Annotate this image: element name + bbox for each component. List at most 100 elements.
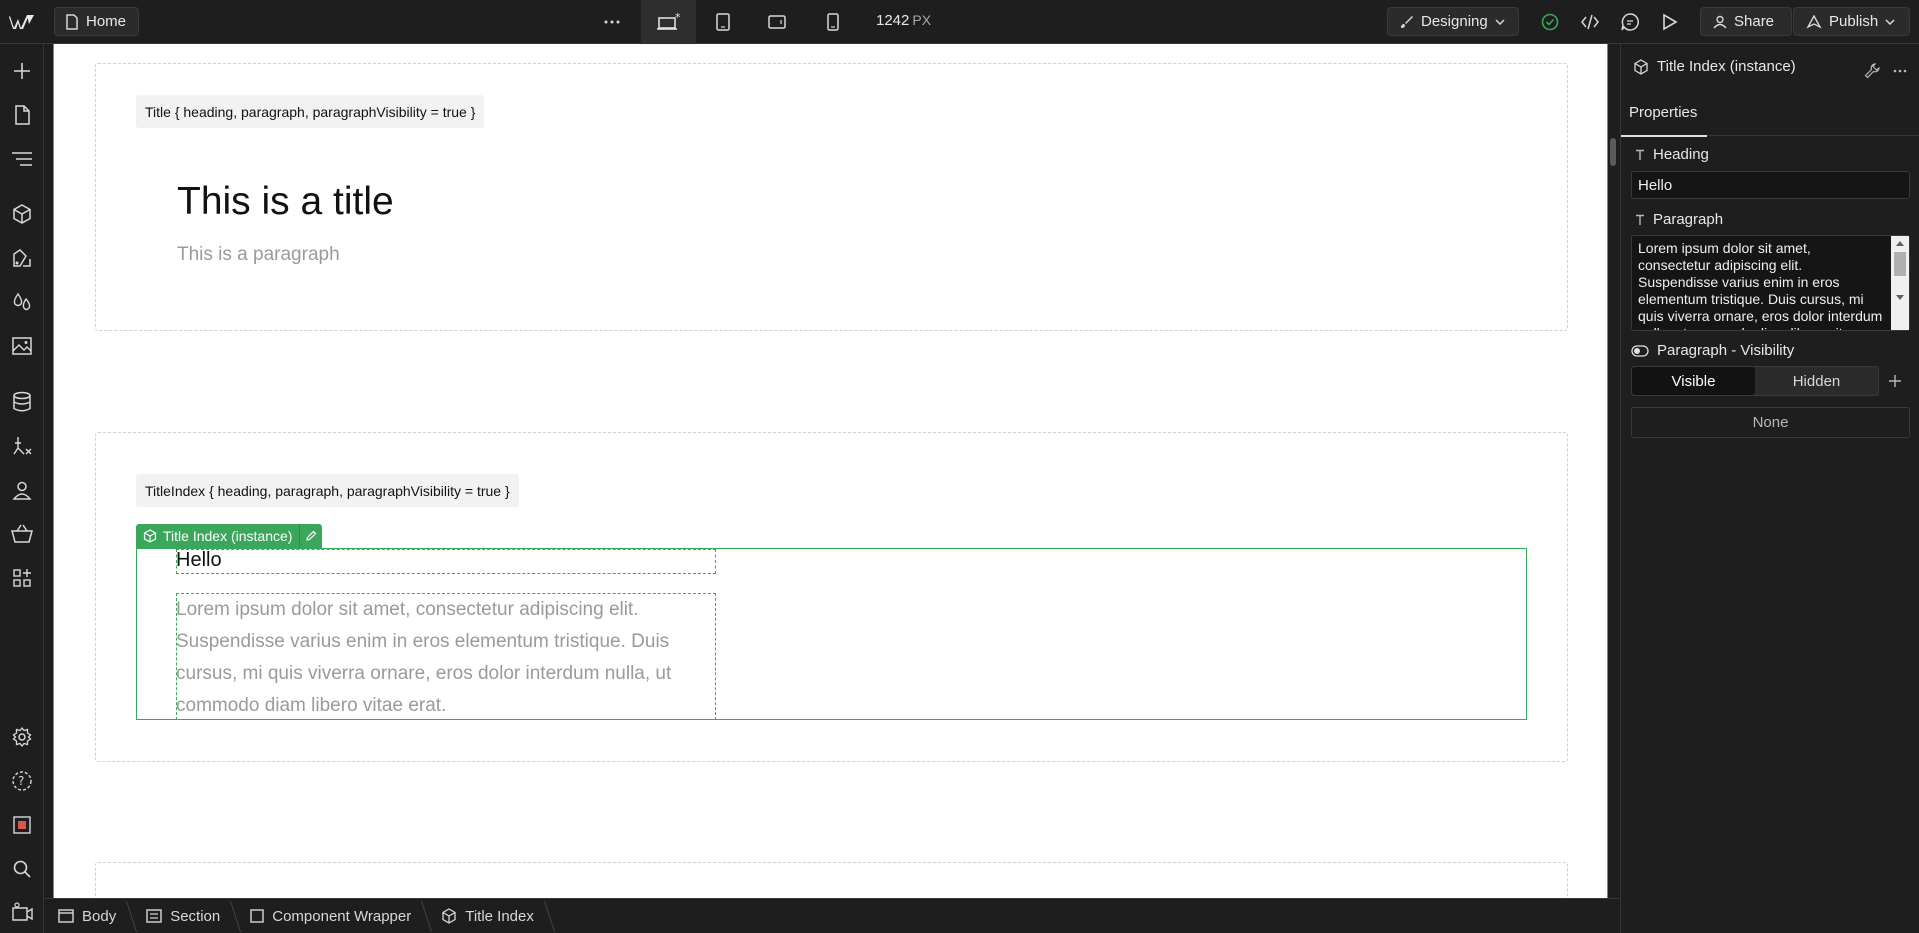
canvas-width-value: 1242	[876, 12, 910, 29]
record-button[interactable]	[9, 812, 35, 838]
breadcrumb-body[interactable]: Body	[44, 899, 132, 933]
scroll-up-icon[interactable]	[1895, 240, 1905, 247]
user-icon	[1713, 15, 1727, 28]
preview-button[interactable]	[1657, 0, 1683, 44]
add-elements-button[interactable]	[9, 58, 35, 84]
text-type-icon	[1636, 149, 1644, 160]
scroll-down-icon[interactable]	[1895, 294, 1905, 301]
video-tutorials-button[interactable]	[9, 899, 35, 925]
style-selectors-button[interactable]	[9, 245, 35, 271]
chevron-down-icon	[1885, 18, 1895, 25]
user-icon	[12, 481, 32, 500]
plus-icon	[14, 63, 30, 79]
logic-button[interactable]	[9, 433, 35, 459]
publish-status-indicator[interactable]	[1537, 0, 1563, 44]
page-icon	[66, 13, 78, 30]
paragraph-textarea[interactable]: Lorem ipsum dolor sit amet, consectetur …	[1631, 235, 1910, 331]
breadcrumb-title-index[interactable]: Title Index	[427, 899, 550, 933]
breadcrumb-component-wrapper[interactable]: Component Wrapper	[236, 899, 427, 933]
instance-tag-label[interactable]: Title Index (instance)	[136, 524, 301, 548]
panel-header: Title Index (instance)	[1633, 58, 1796, 75]
textarea-scrollbar[interactable]	[1891, 236, 1909, 330]
users-button[interactable]	[9, 477, 35, 503]
code-chip-title-index[interactable]: TitleIndex { heading, paragraph, paragra…	[136, 474, 519, 507]
cube-icon	[13, 204, 31, 224]
search-button[interactable]	[9, 856, 35, 882]
visibility-hidden-option[interactable]: Hidden	[1755, 367, 1878, 395]
design-canvas[interactable]: Title { heading, paragraph, paragraphVis…	[54, 44, 1607, 898]
svg-text:?: ?	[18, 774, 24, 788]
title-heading[interactable]: This is a title	[177, 180, 394, 224]
mode-dropdown[interactable]: Designing	[1387, 7, 1519, 36]
edit-component-button[interactable]	[300, 524, 322, 548]
div-block-icon	[250, 909, 264, 923]
more-options-button[interactable]	[596, 0, 628, 44]
share-button[interactable]: Share	[1700, 7, 1792, 36]
assets-button[interactable]	[9, 333, 35, 359]
desktop-star-icon: *	[656, 12, 681, 30]
textarea-scroll-thumb[interactable]	[1894, 252, 1906, 276]
webflow-designer: Home * 1242 PX Designing Share Publish ?…	[0, 0, 1919, 933]
tab-properties[interactable]: Properties	[1629, 104, 1697, 121]
instance-paragraph[interactable]: Lorem ipsum dolor sit amet, consectetur …	[176, 594, 716, 722]
code-chip-title[interactable]: Title { heading, paragraph, paragraphVis…	[136, 95, 485, 128]
section-next[interactable]	[95, 862, 1568, 898]
basket-icon	[11, 524, 33, 543]
visibility-visible-option[interactable]: Visible	[1632, 367, 1755, 395]
image-icon	[12, 337, 32, 355]
publish-button[interactable]: Publish	[1793, 7, 1910, 36]
database-icon	[13, 391, 31, 412]
comments-button[interactable]	[1617, 0, 1643, 44]
canvas-width-readout[interactable]: 1242 PX	[876, 12, 931, 29]
canvas-scrollbar-thumb[interactable]	[1610, 138, 1616, 166]
title-paragraph[interactable]: This is a paragraph	[177, 244, 340, 266]
navigator-button[interactable]	[9, 146, 35, 172]
instance-heading[interactable]: Hello	[176, 549, 222, 572]
breakpoint-tablet-button[interactable]	[708, 0, 738, 44]
apps-grid-icon	[13, 569, 31, 587]
share-label: Share	[1734, 13, 1775, 30]
home-page-button[interactable]: Home	[54, 7, 140, 36]
breadcrumb-label: Title Index	[465, 907, 534, 925]
cms-button[interactable]	[9, 389, 35, 415]
breakpoint-landscape-button[interactable]	[762, 0, 792, 44]
paint-swatches-icon	[13, 249, 31, 267]
ecommerce-button[interactable]	[9, 521, 35, 547]
heading-label-text: Heading	[1653, 146, 1709, 163]
webflow-logo-icon[interactable]	[9, 12, 35, 32]
breadcrumb-section[interactable]: Section	[132, 899, 236, 933]
apps-button[interactable]	[9, 565, 35, 591]
search-icon	[13, 860, 31, 878]
component-icon	[1634, 58, 1648, 75]
pencil-icon	[306, 530, 317, 541]
properties-panel: Title Index (instance) Properties Headin…	[1620, 44, 1919, 933]
paragraph-label-text: Paragraph	[1653, 211, 1724, 228]
breakpoint-desktop-button[interactable]: *	[641, 0, 696, 44]
canvas-scrollbar[interactable]	[1608, 44, 1620, 898]
more-dots-icon[interactable]	[1893, 69, 1907, 73]
canvas-width-unit: PX	[912, 12, 932, 28]
wrench-icon[interactable]	[1864, 63, 1880, 79]
page-icon	[15, 105, 30, 125]
instance-tag[interactable]: Title Index (instance)	[136, 524, 323, 548]
plus-icon[interactable]	[1888, 374, 1902, 388]
instance-tag-text: Title Index (instance)	[163, 528, 293, 544]
code-export-button[interactable]	[1577, 0, 1603, 44]
help-button[interactable]: ?	[9, 768, 35, 794]
heading-input[interactable]: Hello	[1631, 171, 1910, 199]
pages-button[interactable]	[9, 102, 35, 128]
variable-binding-none[interactable]: None	[1631, 407, 1910, 438]
section-title[interactable]: Title { heading, paragraph, paragraphVis…	[95, 63, 1568, 331]
variables-button[interactable]	[9, 289, 35, 315]
settings-button[interactable]	[9, 724, 35, 750]
visibility-segmented-control[interactable]: Visible Hidden	[1631, 366, 1879, 396]
brush-icon	[1401, 15, 1413, 28]
heading-property-label: Heading	[1635, 146, 1709, 163]
video-icon	[12, 902, 33, 921]
more-dots-icon	[604, 20, 620, 24]
publish-label: Publish	[1829, 13, 1879, 30]
mode-label: Designing	[1421, 13, 1488, 30]
breakpoint-portrait-button[interactable]	[818, 0, 848, 44]
toggle-visibility-icon	[1631, 344, 1649, 357]
components-button[interactable]	[9, 201, 35, 227]
